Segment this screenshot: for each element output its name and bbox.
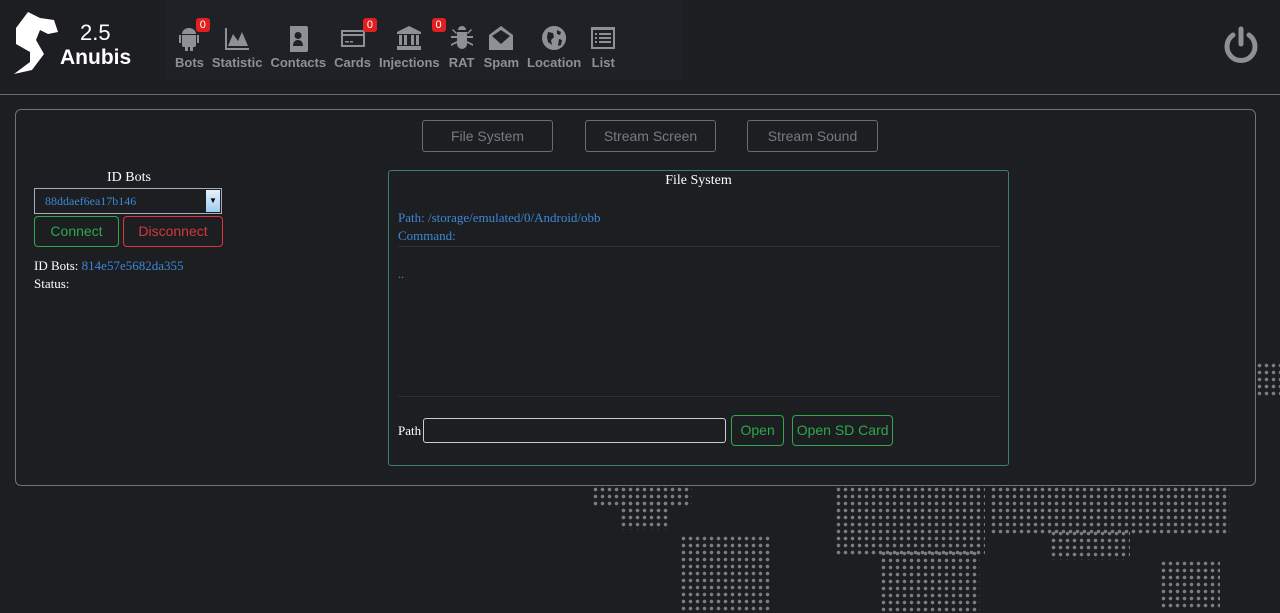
count-badge: 0 (431, 18, 446, 32)
id-bots-value: 814e57e5682da355 (81, 258, 184, 273)
envelope-open-icon (489, 26, 514, 50)
selected-bot-id: 88ddaef6ea17b146 (45, 194, 137, 208)
file-entry-parent[interactable]: .. (398, 267, 1000, 282)
version-label: 2.5 (80, 20, 111, 45)
nav-label: RAT (448, 55, 475, 70)
nav-item-injections[interactable]: Injections 0 (378, 0, 446, 80)
anubis-logo[interactable]: 2.5 Anubis (10, 10, 145, 80)
world-map-decoration (835, 486, 985, 556)
power-logout-icon[interactable] (1222, 26, 1260, 64)
address-book-icon (290, 26, 309, 52)
nav-label: Statistic (211, 55, 263, 70)
nav-label: Location (527, 55, 582, 70)
bot-selector-section: ID Bots 88ddaef6ea17b146 ▼ Connect Discon… (34, 170, 224, 292)
chevron-down-icon: ▼ (206, 190, 220, 212)
count-badge: 0 (195, 18, 210, 32)
nav-label: Injections (378, 55, 440, 70)
connect-button[interactable]: Connect (34, 216, 119, 247)
bank-icon (397, 26, 422, 50)
nav-label: Cards (334, 55, 371, 70)
nav-item-rat[interactable]: RAT (448, 0, 476, 80)
nav-item-list[interactable]: List (589, 0, 617, 80)
id-bots-label: ID Bots: (34, 258, 79, 273)
brand-name: Anubis (60, 46, 132, 69)
world-map-decoration (990, 486, 1230, 536)
nav-item-contacts[interactable]: Contacts (270, 0, 326, 80)
current-path: Path: /storage/emulated/0/Android/obb (398, 210, 601, 225)
world-map-decoration (1256, 362, 1280, 397)
nav-label: Spam (483, 55, 520, 70)
path-input[interactable] (423, 418, 727, 443)
main-nav: Bots 0 Statistic Contacts Cards 0 Injections 0 R… (165, 0, 683, 80)
count-badge: 0 (362, 18, 377, 32)
status-label: Status: (34, 276, 70, 291)
world-map-decoration (680, 535, 770, 613)
path-label: Path (398, 422, 422, 438)
id-bots-heading: ID Bots (107, 170, 151, 185)
nav-item-bots[interactable]: Bots 0 (175, 0, 210, 80)
nav-item-statistic[interactable]: Statistic (211, 0, 263, 80)
bot-id-select[interactable]: 88ddaef6ea17b146 ▼ (34, 188, 222, 214)
open-sd-card-button[interactable]: Open SD Card (792, 415, 894, 446)
rat-panel: File System Stream Screen Stream Sound I… (15, 109, 1256, 486)
bug-icon (450, 26, 473, 49)
tab-file-system[interactable]: File System (422, 120, 553, 152)
open-button[interactable]: Open (731, 415, 785, 446)
globe-icon (542, 26, 567, 50)
tab-stream-sound[interactable]: Stream Sound (747, 120, 878, 152)
tab-stream-screen[interactable]: Stream Screen (585, 120, 716, 152)
file-system-title: File System (665, 173, 732, 188)
nav-label: List (591, 55, 615, 70)
nav-label: Contacts (270, 55, 327, 70)
nav-item-spam[interactable]: Spam (484, 0, 519, 80)
area-chart-icon (225, 28, 250, 50)
world-map-decoration (880, 550, 980, 613)
wolf-logo-icon (14, 12, 58, 74)
nav-item-location[interactable]: Location (527, 0, 581, 80)
top-bar: 2.5 Anubis Bots 0 Statistic Contacts Cards 0 I… (0, 0, 1280, 95)
world-map-decoration (1160, 560, 1220, 610)
world-map-decoration (1050, 530, 1130, 560)
file-system-panel: File System Path: /storage/emulated/0/An… (388, 170, 1009, 466)
disconnect-button[interactable]: Disconnect (123, 216, 223, 247)
nav-label: Bots (175, 55, 204, 70)
nav-item-cards[interactable]: Cards 0 (334, 0, 377, 80)
list-icon (591, 27, 616, 49)
world-map-decoration (620, 500, 670, 530)
file-list: .. (398, 267, 1000, 397)
command-line: Command: (398, 228, 456, 243)
